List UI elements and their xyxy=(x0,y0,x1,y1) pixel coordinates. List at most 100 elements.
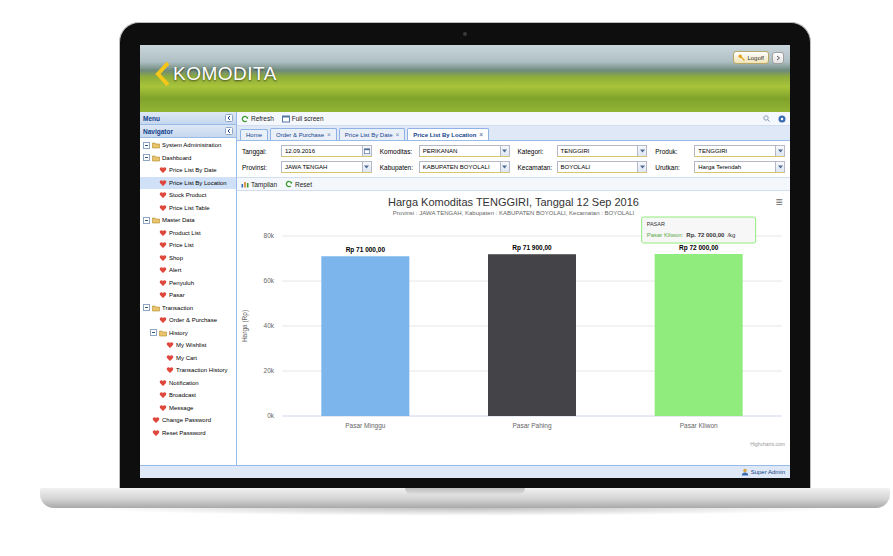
field-trigger[interactable] xyxy=(637,162,646,172)
sidebar-item[interactable]: Message xyxy=(140,402,236,415)
form-field: Tanggal:12.09.2016 xyxy=(242,145,372,157)
app-screen: KOMODITALogoffMenuNavigatorSystem Admini… xyxy=(140,45,790,478)
logoff-button[interactable]: Logoff xyxy=(733,51,769,64)
tab-close-button[interactable]: × xyxy=(327,131,331,138)
form-field: Kabupaten:KABUPATEN BOYOLALI xyxy=(380,161,510,173)
help-icon[interactable] xyxy=(778,115,786,123)
calendar-icon xyxy=(364,148,370,154)
sidebar-item[interactable]: Product List xyxy=(140,227,236,240)
field-label: Komoditas: xyxy=(380,148,416,155)
field-label: Urutkan: xyxy=(655,164,691,171)
sidebar-item[interactable]: Notification xyxy=(140,377,236,390)
dropdown-arrow-icon xyxy=(502,165,507,169)
select-field[interactable]: PERIKANAN xyxy=(419,145,510,157)
page: KOMODITALogoffMenuNavigatorSystem Admini… xyxy=(0,0,893,556)
select-field[interactable]: Harga Terendah xyxy=(694,161,785,173)
toolbar-button[interactable]: Full screen xyxy=(282,115,324,123)
laptop-base xyxy=(40,488,890,508)
sidebar-item[interactable]: Alert xyxy=(140,264,236,277)
collapse-icon[interactable] xyxy=(225,114,233,122)
sidebar-item[interactable]: My Cart xyxy=(140,352,236,365)
field-trigger[interactable] xyxy=(362,162,371,172)
bar[interactable]: Rp 71 900,00 xyxy=(488,244,576,416)
field-trigger[interactable] xyxy=(500,146,509,156)
svg-text:Rp 72 000,00: Rp 72 000,00 xyxy=(679,244,719,252)
tab[interactable]: Order & Purchase× xyxy=(270,128,337,140)
sidebar-item[interactable]: Transaction xyxy=(140,302,236,315)
tab-close-button[interactable]: × xyxy=(396,131,400,138)
date-field[interactable]: 12.09.2016 xyxy=(281,145,372,157)
tab[interactable]: Price List By Location× xyxy=(407,128,489,140)
sidebar-item[interactable]: Pasar xyxy=(140,289,236,302)
sidebar-item[interactable]: Order & Purchase xyxy=(140,314,236,327)
x-axis-label: Pasar Pahing xyxy=(512,422,551,430)
bar[interactable]: Rp 71 000,00 xyxy=(321,246,409,416)
tab[interactable]: Home xyxy=(240,129,268,140)
toolbar-button[interactable]: Refresh xyxy=(241,115,274,123)
sidebar-item[interactable]: Price List By Date xyxy=(140,164,236,177)
sidebar-item[interactable]: Price List Table xyxy=(140,202,236,215)
expander-icon[interactable] xyxy=(143,142,150,149)
bar[interactable]: Rp 72 000,00 xyxy=(655,244,743,416)
page-icon xyxy=(152,416,160,424)
action-button[interactable]: Tampilan xyxy=(241,180,277,188)
folder-icon xyxy=(152,141,160,149)
expander-icon[interactable] xyxy=(143,154,150,161)
sidebar-item[interactable]: Shop xyxy=(140,252,236,265)
sidebar-item[interactable]: Dashboard xyxy=(140,152,236,165)
sidebar-item[interactable]: Change Password xyxy=(140,414,236,427)
sidebar-item[interactable]: Transaction History xyxy=(140,364,236,377)
sidebar-item[interactable]: Reset Password xyxy=(140,427,236,440)
chart-menu-button[interactable]: ≡ xyxy=(768,196,790,208)
expander-icon[interactable] xyxy=(143,304,150,311)
sidebar-item[interactable]: History xyxy=(140,327,236,340)
expand-button[interactable] xyxy=(772,52,784,64)
page-icon xyxy=(159,404,167,412)
expander-icon[interactable] xyxy=(150,329,157,336)
sidebar-item[interactable]: System Administration xyxy=(140,139,236,152)
page-icon xyxy=(159,266,167,274)
sidebar-item[interactable]: My Wishlist xyxy=(140,339,236,352)
tab-close-button[interactable]: × xyxy=(479,131,483,138)
camera-row xyxy=(140,23,790,45)
select-field[interactable]: BOYOLALI xyxy=(557,161,648,173)
sidebar-item[interactable]: Penyuluh xyxy=(140,277,236,290)
chart-credit[interactable]: Highcharts.com xyxy=(750,441,785,447)
svg-text:Rp 71 900,00: Rp 71 900,00 xyxy=(512,244,552,252)
select-field[interactable]: KABUPATEN BOYOLALI xyxy=(419,161,510,173)
select-field[interactable]: TENGGIRI xyxy=(694,145,785,157)
svg-text:0k: 0k xyxy=(267,412,275,419)
action-row: Tampilan Reset xyxy=(237,177,790,191)
sidebar-item[interactable]: Price List xyxy=(140,239,236,252)
folder-icon xyxy=(159,329,167,337)
field-trigger[interactable] xyxy=(775,146,784,156)
sidebar-item[interactable]: Broadcast xyxy=(140,389,236,402)
field-label: Provinsi: xyxy=(242,164,278,171)
folder-icon xyxy=(152,304,160,312)
y-tick: 80k xyxy=(264,232,782,239)
dropdown-arrow-icon xyxy=(640,149,645,153)
collapse-icon[interactable] xyxy=(225,127,233,135)
sidebar-item[interactable]: Price List By Location xyxy=(140,177,236,190)
select-field[interactable]: JAWA TENGAH xyxy=(281,161,372,173)
select-field[interactable]: TENGGIRI xyxy=(557,145,648,157)
expander-icon[interactable] xyxy=(143,217,150,224)
search-icon[interactable] xyxy=(763,115,770,122)
field-trigger[interactable] xyxy=(500,162,509,172)
banner-buttons: Logoff xyxy=(733,51,784,64)
tab[interactable]: Price List By Date× xyxy=(339,128,405,140)
field-trigger[interactable] xyxy=(362,146,371,156)
page-icon xyxy=(159,191,167,199)
header-banner: KOMODITALogoff xyxy=(140,45,790,112)
action-button[interactable]: Reset xyxy=(285,180,312,188)
form-field: Kecamatan:BOYOLALI xyxy=(518,161,648,173)
page-icon xyxy=(159,166,167,174)
field-trigger[interactable] xyxy=(775,162,784,172)
refresh-icon xyxy=(241,115,249,123)
svg-text:Pasar Kliwon:Rp. 72 000,00/kg: Pasar Kliwon:Rp. 72 000,00/kg xyxy=(647,232,736,238)
page-icon xyxy=(159,316,167,324)
user-icon xyxy=(741,468,749,476)
sidebar-item[interactable]: Stock Product xyxy=(140,189,236,202)
field-trigger[interactable] xyxy=(637,146,646,156)
sidebar-item[interactable]: Master Data xyxy=(140,214,236,227)
